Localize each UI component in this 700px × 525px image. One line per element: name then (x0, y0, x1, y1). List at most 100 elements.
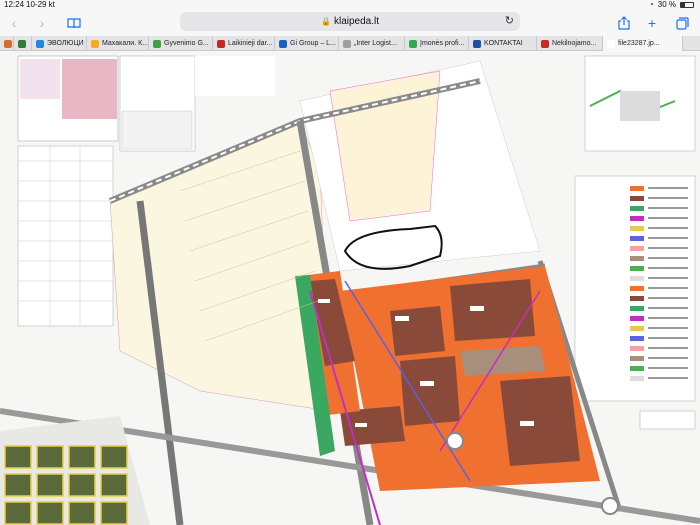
tab-2[interactable]: ЭВОЛЮЦИ (32, 36, 87, 51)
tab-6[interactable]: Gi Group – L... (275, 36, 339, 51)
legend-swatch (630, 276, 644, 281)
residential-block (68, 501, 96, 525)
legend-text-line (648, 367, 688, 369)
battery-icon (680, 1, 694, 8)
residential-block (36, 445, 64, 469)
legend-swatch (630, 346, 644, 351)
favicon-icon (153, 39, 161, 48)
tab-bar: ЭВОЛЮЦИ Махакали. К... Gyvenimo G... Laikin… (0, 36, 700, 51)
status-bar: 12:24 10-29 kt ◔ 30 % (0, 0, 700, 10)
image-viewer[interactable] (0, 51, 700, 525)
tab-5[interactable]: Laikinieji dar... (213, 36, 275, 51)
legend-swatch (630, 366, 644, 371)
favicon-icon (409, 39, 417, 48)
tab-3[interactable]: Махакали. К... (87, 36, 149, 51)
favicon-icon (607, 39, 615, 48)
status-date: 10-29 kt (26, 0, 55, 9)
legend-swatch (630, 326, 644, 331)
legend-text-line (648, 207, 688, 209)
favicon-icon (473, 39, 481, 48)
tab-9[interactable]: KONTAKTAI (469, 36, 537, 51)
status-time: 12:24 (4, 0, 25, 9)
legend-swatch (630, 206, 644, 211)
legend-text-line (648, 377, 688, 379)
legend-swatch (630, 316, 644, 321)
tab-8[interactable]: Įmonės profi... (405, 36, 469, 51)
favicon-icon (91, 39, 99, 48)
book-icon[interactable] (64, 13, 84, 33)
tab-11[interactable]: file23287.jp... (603, 36, 683, 51)
tab-label: Laikinieji dar... (228, 40, 273, 47)
legend-swatch (630, 216, 644, 221)
favicon-icon (18, 39, 26, 48)
legend-swatch (630, 246, 644, 251)
legend-text-line (648, 337, 688, 339)
legend-swatch (630, 236, 644, 241)
favicon-icon (4, 39, 12, 48)
residential-block (68, 445, 96, 469)
plus-icon[interactable]: + (642, 13, 662, 33)
favicon-icon (279, 39, 287, 48)
legend-text-line (648, 347, 688, 349)
tab-label: Махакали. К... (102, 40, 149, 47)
reload-icon[interactable]: ↻ (505, 14, 514, 27)
legend-swatch (630, 286, 644, 291)
favicon-icon (217, 39, 225, 48)
tab-label: Gi Group – L... (290, 40, 336, 47)
legend-swatch (630, 256, 644, 261)
residential-block (100, 501, 128, 525)
address-bar[interactable]: 🔒 klaipeda.lt ↻ (180, 12, 520, 31)
legend-text-line (648, 287, 688, 289)
legend-text-line (648, 357, 688, 359)
legend-text-line (648, 237, 688, 239)
share-icon[interactable] (614, 13, 634, 33)
residential-block (68, 473, 96, 497)
battery-fill (681, 2, 685, 7)
legend-text-line (648, 317, 688, 319)
legend-text-line (648, 327, 688, 329)
residential-block (100, 445, 128, 469)
tab-label: Nekilnojamo... (552, 40, 597, 47)
tab-label: Gyvenimo G... (164, 40, 209, 47)
zoning-plan-image (0, 51, 700, 525)
favicon-icon (343, 39, 351, 48)
wifi-icon: ◔ (648, 0, 654, 9)
residential-block (100, 473, 128, 497)
legend-text-line (648, 247, 688, 249)
legend-text-line (648, 277, 688, 279)
chevron-right-icon[interactable]: › (32, 13, 52, 33)
tab-label: KONTAKTAI (484, 40, 523, 47)
tab-10[interactable]: Nekilnojamo... (537, 36, 603, 51)
favicon-icon (541, 39, 549, 48)
residential-block (4, 501, 32, 525)
residential-block (4, 473, 32, 497)
legend-swatch (630, 226, 644, 231)
legend-text-line (648, 217, 688, 219)
tab-label: file23287.jp... (618, 40, 660, 47)
status-right: ◔ 30 % (649, 0, 694, 9)
tab-4[interactable]: Gyvenimo G... (149, 36, 213, 51)
browser-toolbar: ‹ › 🔒 klaipeda.lt ↻ + (0, 10, 700, 36)
legend-text-line (648, 257, 688, 259)
battery-percent: 30 % (657, 0, 676, 9)
residential-block (36, 473, 64, 497)
chevron-left-icon[interactable]: ‹ (4, 13, 24, 33)
legend-text-line (648, 187, 688, 189)
legend-swatch (630, 356, 644, 361)
legend-swatch (630, 266, 644, 271)
tab-7[interactable]: „Inter Logist... (339, 36, 405, 51)
url-text: klaipeda.lt (333, 16, 379, 27)
legend-swatch (630, 186, 644, 191)
tab-0[interactable] (0, 36, 14, 51)
legend-swatch (630, 306, 644, 311)
tab-label: Įmonės profi... (420, 40, 465, 47)
legend-swatch (630, 296, 644, 301)
tabs-icon[interactable] (672, 13, 692, 33)
legend-text-line (648, 297, 688, 299)
lock-icon: 🔒 (321, 17, 331, 26)
residential-block (36, 501, 64, 525)
legend-text-line (648, 227, 688, 229)
tab-1[interactable] (14, 36, 32, 51)
legend-text-line (648, 267, 688, 269)
residential-block (4, 445, 32, 469)
